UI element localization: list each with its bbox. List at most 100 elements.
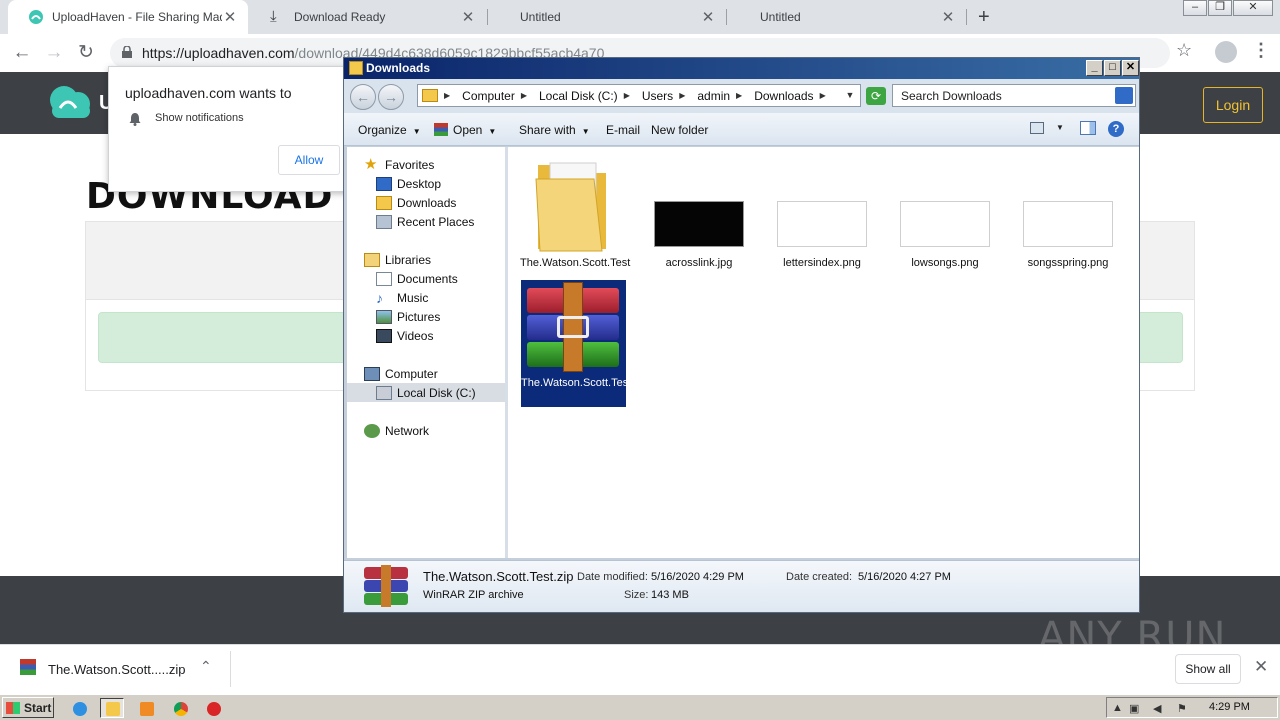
explorer-address-bar[interactable]: ▶ Computer ▶ Local Disk (C:) ▶ Users ▶ a… <box>417 84 861 107</box>
details-size-value: 143 MB <box>651 589 689 601</box>
preview-pane-icon[interactable] <box>1080 121 1096 135</box>
back-icon[interactable]: ← <box>10 41 34 65</box>
change-view-icon[interactable] <box>1030 122 1044 134</box>
login-button[interactable]: Login <box>1203 87 1263 123</box>
nav-videos[interactable]: Videos <box>347 326 505 345</box>
tab-close-icon[interactable]: ✕ <box>700 8 716 26</box>
breadcrumb-label: Downloads <box>754 88 814 103</box>
breadcrumb-root-arrow[interactable]: ▶ <box>444 91 456 100</box>
view-dropdown-icon[interactable]: ▼ <box>1056 123 1064 132</box>
new-folder-button[interactable]: New folder <box>651 123 708 137</box>
tab-uploadhaven[interactable]: UploadHaven - File Sharing Made Sir ✕ <box>8 0 248 34</box>
close-icon[interactable]: ✕ <box>1122 60 1139 76</box>
taskbar-explorer[interactable] <box>100 698 124 718</box>
nav-recent-places[interactable]: Recent Places <box>347 212 505 231</box>
search-input[interactable]: Search Downloads <box>892 84 1136 107</box>
tray-expand-icon[interactable]: ▲ <box>1112 702 1123 714</box>
explorer-window: Downloads _ □ ✕ ← → ▶ Computer ▶ Local D… <box>343 57 1140 613</box>
breadcrumb-computer[interactable]: Computer <box>462 89 515 103</box>
tab-untitled-1[interactable]: Untitled ✕ <box>500 0 726 34</box>
email-button[interactable]: E-mail <box>606 123 640 137</box>
restore-icon[interactable]: ❐ <box>1208 0 1232 16</box>
tab-close-icon[interactable]: ✕ <box>222 8 238 26</box>
breadcrumb-downloads[interactable]: Downloads <box>754 89 813 103</box>
nav-desktop[interactable]: Desktop <box>347 174 505 193</box>
file-item-acrosslink[interactable]: acrosslink.jpg <box>647 153 751 269</box>
file-item-lowsongs[interactable]: lowsongs.png <box>893 153 997 269</box>
taskbar-media-player[interactable] <box>134 698 158 718</box>
notification-text: Show notifications <box>155 112 244 124</box>
reload-icon[interactable]: ↻ <box>74 41 98 65</box>
breadcrumb-separator-icon[interactable]: ▶ <box>679 91 691 100</box>
nav-label: Music <box>397 290 429 305</box>
minimize-icon[interactable]: _ <box>1086 60 1103 76</box>
share-with-button[interactable]: Share with ▼ <box>519 123 590 137</box>
nav-favorites[interactable]: ★ Favorites <box>347 155 505 174</box>
winrar-archive-icon <box>364 565 408 607</box>
breadcrumb-separator-icon[interactable]: ▶ <box>624 91 636 100</box>
image-thumbnail <box>654 201 744 247</box>
start-button[interactable]: Start <box>2 697 54 718</box>
clock[interactable]: 4:29 PM <box>1209 701 1250 713</box>
address-dropdown-icon[interactable]: ▼ <box>840 85 860 106</box>
close-window-icon[interactable]: ✕ <box>1233 0 1273 16</box>
help-icon[interactable]: ? <box>1108 121 1124 137</box>
nav-label: Videos <box>397 328 434 343</box>
breadcrumb-separator-icon[interactable]: ▶ <box>820 91 832 100</box>
uploadhaven-logo-icon[interactable] <box>46 82 94 122</box>
music-icon: ♪ <box>376 289 383 306</box>
nav-downloads[interactable]: Downloads <box>347 193 505 212</box>
tab-close-icon[interactable]: ✕ <box>940 8 956 26</box>
file-item-folder[interactable]: The.Watson.Scott.Test <box>520 153 630 279</box>
taskbar-security[interactable] <box>201 698 225 718</box>
nav-computer[interactable]: Computer <box>347 364 505 383</box>
forward-icon[interactable]: → <box>42 41 66 65</box>
nav-local-disk[interactable]: Local Disk (C:) <box>347 383 505 402</box>
show-all-button[interactable]: Show all <box>1175 654 1241 684</box>
file-item-songsspring[interactable]: songsspring.png <box>1016 153 1120 269</box>
file-item-zip-selected[interactable]: The.Watson.Scott.Test.zip <box>521 280 648 407</box>
chevron-up-icon[interactable]: ⌃ <box>200 658 212 675</box>
explorer-titlebar[interactable]: Downloads _ □ ✕ <box>344 58 1139 79</box>
tab-download-ready[interactable]: ⤓ Download Ready ✕ <box>250 0 486 34</box>
allow-button[interactable]: Allow <box>278 145 340 175</box>
file-list-pane: The.Watson.Scott.Test acrosslink.jpg let… <box>508 147 1139 558</box>
minimize-icon[interactable]: – <box>1183 0 1207 16</box>
nav-pictures[interactable]: Pictures <box>347 307 505 326</box>
network-tray-icon[interactable]: ▣ <box>1129 702 1139 715</box>
open-button[interactable]: Open ▼ <box>434 123 496 137</box>
image-thumbnail <box>777 201 867 247</box>
refresh-icon[interactable]: ⟳ <box>866 87 886 105</box>
bookmark-star-icon[interactable]: ☆ <box>1176 40 1192 61</box>
search-icon[interactable] <box>1115 87 1133 104</box>
taskbar-ie[interactable] <box>67 698 91 718</box>
breadcrumb-users[interactable]: Users <box>642 89 673 103</box>
nav-music[interactable]: ♪ Music <box>347 288 505 307</box>
breadcrumb-admin[interactable]: admin <box>697 89 730 103</box>
nav-documents[interactable]: Documents <box>347 269 505 288</box>
volume-icon[interactable]: ◀ <box>1153 702 1161 715</box>
tab-untitled-2[interactable]: Untitled ✕ <box>740 0 966 34</box>
taskbar-chrome[interactable] <box>168 698 192 718</box>
tab-close-icon[interactable]: ✕ <box>460 8 476 26</box>
profile-avatar-icon[interactable] <box>1215 41 1237 63</box>
file-item-lettersindex[interactable]: lettersindex.png <box>770 153 874 269</box>
forward-icon[interactable]: → <box>378 84 404 110</box>
new-tab-button[interactable]: + <box>978 6 990 29</box>
download-item-name[interactable]: The.Watson.Scott.....zip <box>48 662 186 677</box>
tab-separator <box>726 9 727 25</box>
nav-libraries[interactable]: Libraries <box>347 250 505 269</box>
maximize-icon[interactable]: □ <box>1104 60 1121 76</box>
back-icon[interactable]: ← <box>350 84 376 110</box>
details-created-label: Date created: <box>786 571 853 583</box>
organize-button[interactable]: Organize ▼ <box>358 123 421 137</box>
nav-network[interactable]: Network <box>347 421 505 440</box>
close-icon[interactable]: ✕ <box>1254 657 1268 677</box>
breadcrumb-separator-icon[interactable]: ▶ <box>736 91 748 100</box>
nav-label: Downloads <box>397 195 457 210</box>
breadcrumb-separator-icon[interactable]: ▶ <box>521 91 533 100</box>
breadcrumb-local-disk[interactable]: Local Disk (C:) <box>539 89 618 103</box>
browser-menu-icon[interactable]: ⋮ <box>1252 40 1270 61</box>
download-icon: ⤓ <box>270 8 277 25</box>
flag-icon[interactable]: ⚑ <box>1177 702 1187 715</box>
